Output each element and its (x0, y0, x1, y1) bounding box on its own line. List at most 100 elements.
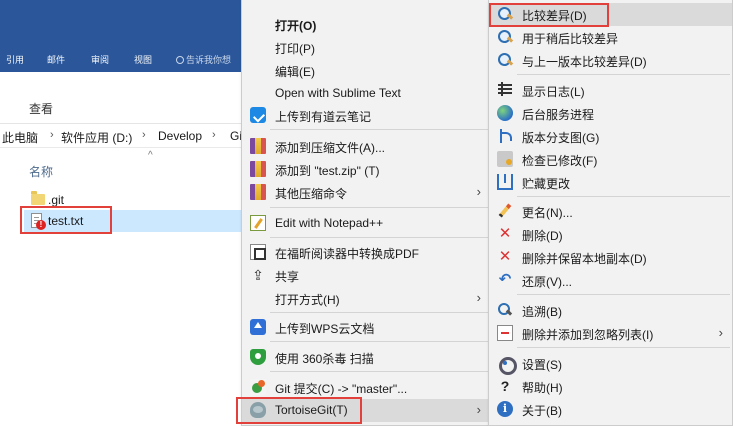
menu-item-label: 上传到有道云笔记 (275, 110, 372, 124)
submenu-item-delete-ignore[interactable]: 删除并添加到忽略列表(I) › (489, 322, 732, 345)
menu-item-360-scan[interactable]: 使用 360杀毒 扫描 (242, 346, 490, 369)
tell-me-search[interactable]: 告诉我你想 (176, 53, 231, 67)
menu-item-youdao-note[interactable]: 上传到有道云笔记 (242, 104, 490, 127)
ribbon-tab-references[interactable]: 引用 (6, 53, 24, 67)
gear-icon (497, 355, 517, 375)
menu-item-label: 更名(N)... (522, 206, 573, 220)
menu-item-label: 用于稍后比较差异 (522, 32, 619, 46)
submenu-item-settings[interactable]: 设置(S) (489, 352, 732, 375)
breadcrumb-separator: › (212, 129, 216, 141)
menu-separator (270, 371, 488, 372)
tell-me-hint: 告诉我你想 (186, 55, 232, 65)
submenu-item-revert[interactable]: ↶ 还原(V)... (489, 269, 732, 292)
submenu-item-blame[interactable]: 追溯(B) (489, 299, 732, 322)
submenu-item-stash[interactable]: 贮藏更改 (489, 171, 732, 194)
submenu-item-delete[interactable]: ✕ 删除(D) (489, 223, 732, 246)
menu-item-label: Open with Sublime Text (275, 86, 401, 100)
breadcrumb-this-pc[interactable]: 此电脑 (2, 129, 38, 146)
menu-item-label: 打开方式(H) (275, 293, 340, 307)
menu-item-label: 显示日志(L) (522, 85, 585, 99)
help-icon: ? (500, 378, 510, 394)
menu-item-label: 删除并添加到忽略列表(I) (522, 328, 654, 342)
view-tab[interactable]: 查看 (29, 100, 53, 117)
menu-item-label: 添加到 "test.zip" (T) (275, 164, 380, 178)
menu-item-label: 共享 (275, 270, 300, 284)
submenu-item-check-modified[interactable]: 检查已修改(F) (489, 148, 732, 171)
menu-item-other-compress[interactable]: 其他压缩命令 › (242, 181, 490, 204)
menu-item-label: 删除并保留本地副本(D) (522, 252, 647, 266)
submenu-item-about[interactable]: i 关于(B) (489, 398, 732, 421)
menu-item-label: 设置(S) (522, 358, 562, 372)
menu-item-edit[interactable]: 编辑(E) (242, 59, 490, 82)
menu-item-label: 关于(B) (522, 404, 562, 418)
highlight-box-file (20, 206, 112, 234)
menu-item-git-commit[interactable]: Git 提交(C) -> "master"... (242, 376, 490, 399)
submenu-item-revision-graph[interactable]: 版本分支图(G) (489, 125, 732, 148)
context-menu: 打开(O) 打印(P) 编辑(E) Open with Sublime Text… (241, 0, 491, 426)
ignore-list-icon (497, 325, 513, 341)
highlight-box-tortoisegit (236, 397, 362, 424)
menu-item-share[interactable]: ⇪ 共享 (242, 264, 490, 287)
menu-item-label: 帮助(H) (522, 381, 563, 395)
antivirus-shield-icon (250, 349, 266, 365)
menu-separator (270, 207, 488, 208)
menu-item-print[interactable]: 打印(P) (242, 36, 490, 59)
menu-item-notepad-plus[interactable]: Edit with Notepad++ (242, 212, 490, 235)
menu-item-label: Edit with Notepad++ (275, 216, 384, 230)
submenu-item-diff-previous[interactable]: 与上一版本比较差异(D) (489, 49, 732, 72)
menu-separator (270, 341, 488, 342)
submenu-item-show-log[interactable]: 显示日志(L) (489, 79, 732, 102)
menu-item-label: 追溯(B) (522, 305, 562, 319)
check-modifications-icon (497, 151, 513, 167)
highlight-box-diff (489, 3, 609, 27)
menu-item-label: 贮藏更改 (522, 177, 571, 191)
submenu-arrow-icon: › (718, 325, 723, 340)
menu-item-open[interactable]: 打开(O) (242, 13, 490, 36)
menu-item-add-to-zip[interactable]: 添加到 "test.zip" (T) (242, 158, 490, 181)
submenu-item-daemon[interactable]: 后台服务进程 (489, 102, 732, 125)
log-icon (497, 82, 513, 98)
ribbon-tab-view[interactable]: 视图 (134, 53, 152, 67)
tortoisegit-submenu: 比较差异(D) 用于稍后比较差异 与上一版本比较差异(D) 显示日志(L) 后台… (488, 0, 733, 426)
submenu-arrow-icon: › (476, 402, 481, 417)
menu-item-label: 使用 360杀毒 扫描 (275, 352, 374, 366)
menu-separator (270, 129, 488, 130)
ribbon-tab-mailings[interactable]: 邮件 (47, 53, 65, 67)
submenu-arrow-icon: › (476, 184, 481, 199)
diff-magnifier-icon (497, 29, 513, 45)
submenu-item-help[interactable]: ? 帮助(H) (489, 375, 732, 398)
menu-item-label: 与上一版本比较差异(D) (522, 55, 647, 69)
breadcrumb-drive-d[interactable]: 软件应用 (D:) (61, 129, 132, 146)
blame-magnifier-icon (497, 302, 513, 318)
menu-item-wps-upload[interactable]: 上传到WPS云文档 (242, 316, 490, 339)
breadcrumb-separator: › (142, 129, 146, 141)
rename-pencil-icon (497, 203, 513, 219)
diff-magnifier-icon (497, 52, 513, 68)
breadcrumb-develop[interactable]: Develop (158, 129, 202, 143)
menu-item-label: 编辑(E) (275, 65, 315, 79)
submenu-item-diff-later[interactable]: 用于稍后比较差异 (489, 26, 732, 49)
file-name: .git (48, 193, 65, 207)
menu-item-foxit-pdf[interactable]: 在福昕阅读器中转换成PDF (242, 241, 490, 264)
menu-item-label: 打印(P) (275, 42, 315, 56)
menu-item-label: Git 提交(C) -> "master"... (275, 382, 408, 396)
menu-item-label: 打开(O) (275, 19, 317, 33)
notepad-plus-icon (250, 215, 266, 231)
submenu-item-rename[interactable]: 更名(N)... (489, 200, 732, 223)
stash-icon (497, 174, 513, 190)
menu-item-open-sublime[interactable]: Open with Sublime Text (242, 82, 490, 105)
winrar-icon (250, 138, 266, 154)
menu-item-label: 其他压缩命令 (275, 187, 348, 201)
breadcrumb-separator: › (50, 129, 54, 141)
youdao-note-icon (250, 107, 266, 123)
ribbon-tab-review[interactable]: 审阅 (91, 53, 109, 67)
submenu-item-delete-keep-local[interactable]: ✕ 删除并保留本地副本(D) (489, 246, 732, 269)
menu-separator (517, 294, 730, 295)
branch-graph-icon (497, 128, 513, 144)
column-header-name[interactable]: 名称 (29, 163, 53, 180)
menu-item-label: 添加到压缩文件(A)... (275, 141, 385, 155)
menu-item-add-to-archive[interactable]: 添加到压缩文件(A)... (242, 135, 490, 158)
menu-item-open-with[interactable]: 打开方式(H) › (242, 287, 490, 310)
wps-cloud-icon (250, 319, 266, 335)
menu-item-label: 删除(D) (522, 229, 563, 243)
